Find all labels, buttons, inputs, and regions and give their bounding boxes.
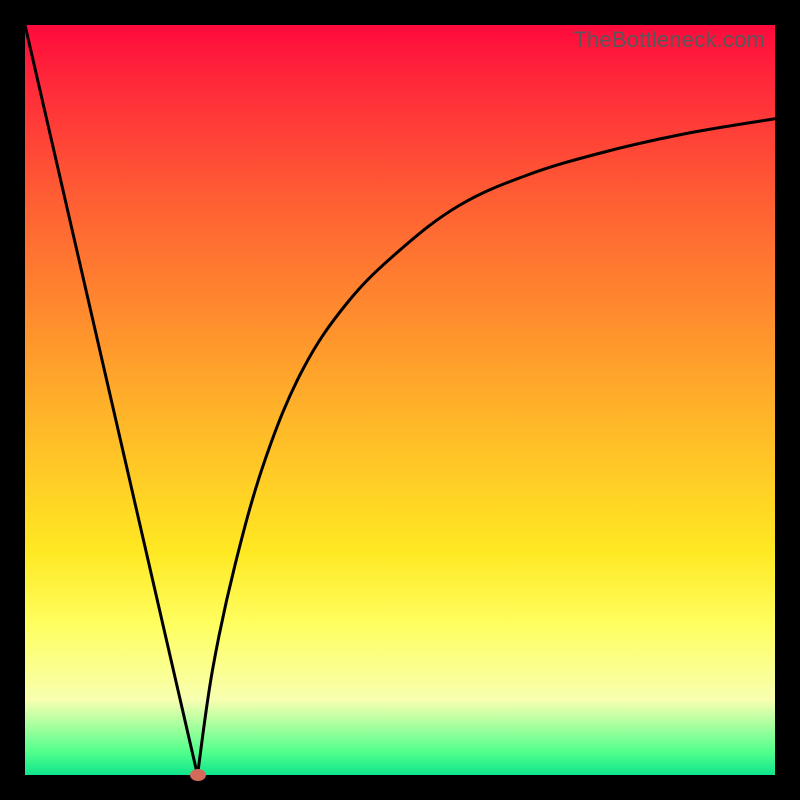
bottleneck-curve: [25, 25, 775, 775]
optimal-point-marker: [190, 769, 206, 781]
chart-plot-area: TheBottleneck.com: [25, 25, 775, 775]
